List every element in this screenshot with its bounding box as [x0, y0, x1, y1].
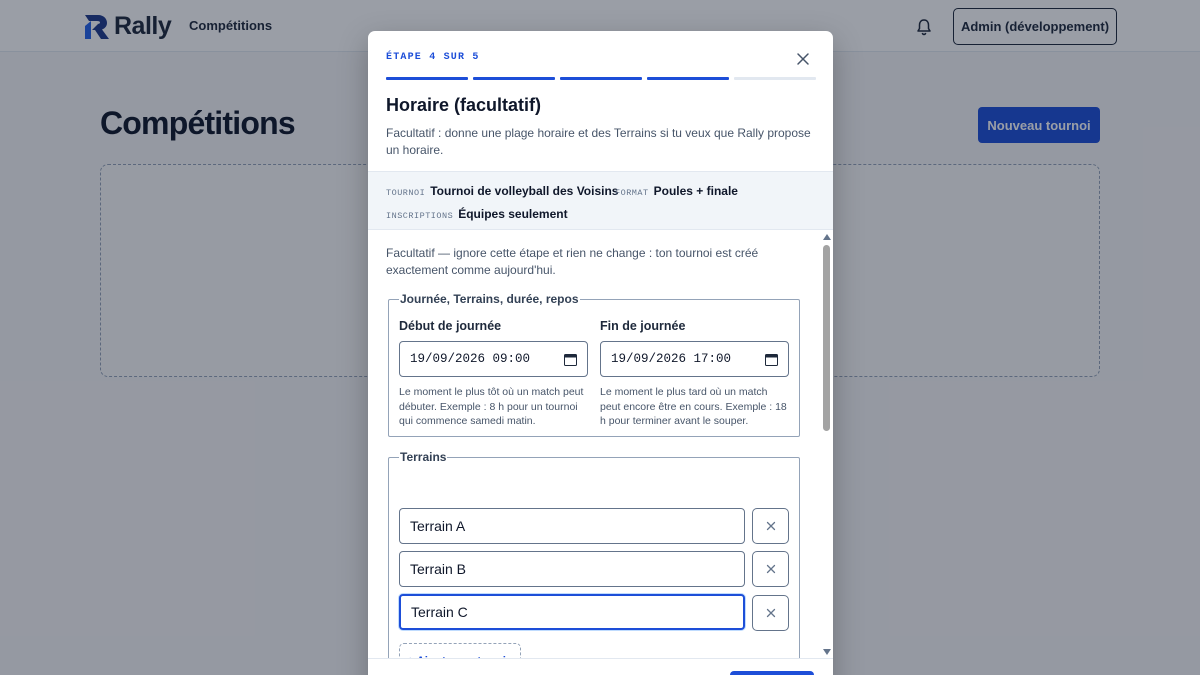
progress-segment — [473, 77, 555, 80]
start-label: Début de journée — [399, 319, 502, 333]
close-icon — [766, 564, 776, 574]
summary-tournament: TOURNOI Tournoi de volleyball des Voisin… — [386, 184, 618, 198]
schedule-legend: Journée, Terrains, durée, repos — [400, 292, 579, 306]
court-name-input[interactable] — [399, 508, 745, 544]
remove-court-button[interactable] — [752, 508, 789, 544]
summary-value: Équipes seulement — [458, 207, 568, 221]
modal-title: Horaire (facultatif) — [386, 95, 542, 115]
summary-key: FORMAT — [615, 188, 649, 198]
summary-key: INSCRIPTIONS — [386, 211, 454, 221]
remove-court-button[interactable] — [752, 595, 789, 631]
remove-court-button[interactable] — [752, 551, 789, 587]
close-icon — [766, 608, 776, 618]
close-button[interactable] — [794, 50, 812, 68]
court-name-input[interactable] — [399, 594, 745, 630]
add-court-button[interactable]: + Ajouter un terrain — [399, 643, 521, 658]
summary-value: Poules + finale — [653, 184, 738, 198]
scrollbar-thumb[interactable] — [823, 245, 830, 431]
end-datetime-input[interactable]: 19/09/2026 17:00 — [600, 341, 789, 377]
calendar-icon[interactable] — [564, 353, 577, 366]
end-help: Le moment le plus tard où un match peut … — [600, 386, 787, 427]
start-datetime-value: 19/09/2026 09:00 — [410, 352, 531, 366]
modal-description: Facultatif : donne une plage horaire et … — [386, 126, 811, 157]
summary-format: FORMAT Poules + finale — [615, 184, 738, 198]
progress-segment — [734, 77, 816, 80]
close-icon — [766, 521, 776, 531]
calendar-icon[interactable] — [765, 353, 778, 366]
summary-value: Tournoi de volleyball des Voisins — [430, 184, 619, 198]
step-indicator: ÉTAPE 4 SUR 5 — [386, 52, 480, 63]
step-progress-bar — [386, 77, 816, 80]
footer-divider — [368, 658, 833, 659]
wizard-dialog: ÉTAPE 4 SUR 5 Horaire (facultatif) Facul… — [368, 31, 833, 675]
scroll-up-arrow[interactable] — [823, 234, 831, 240]
courts-legend: Terrains — [400, 450, 447, 464]
summary-key: TOURNOI — [386, 188, 426, 198]
modal-scrollbar[interactable] — [820, 231, 833, 658]
modal-scroll-area[interactable]: Facultatif — ignore cette étape et rien … — [368, 231, 833, 658]
summary-registration: INSCRIPTIONS Équipes seulement — [386, 207, 568, 221]
start-datetime-input[interactable]: 19/09/2026 09:00 — [399, 341, 588, 377]
progress-segment — [647, 77, 729, 80]
court-name-input[interactable] — [399, 551, 745, 587]
close-icon — [797, 53, 809, 65]
end-datetime-value: 19/09/2026 17:00 — [611, 352, 732, 366]
intro-text: Facultatif — ignore cette étape et rien … — [386, 246, 759, 277]
start-help: Le moment le plus tôt où un match peut d… — [399, 386, 584, 427]
end-label: Fin de journée — [600, 319, 686, 333]
progress-segment — [560, 77, 642, 80]
tournament-summary: TOURNOI Tournoi de volleyball des Voisin… — [368, 171, 833, 230]
scroll-down-arrow[interactable] — [823, 649, 831, 655]
progress-segment — [386, 77, 468, 80]
next-step-button[interactable] — [730, 671, 814, 675]
